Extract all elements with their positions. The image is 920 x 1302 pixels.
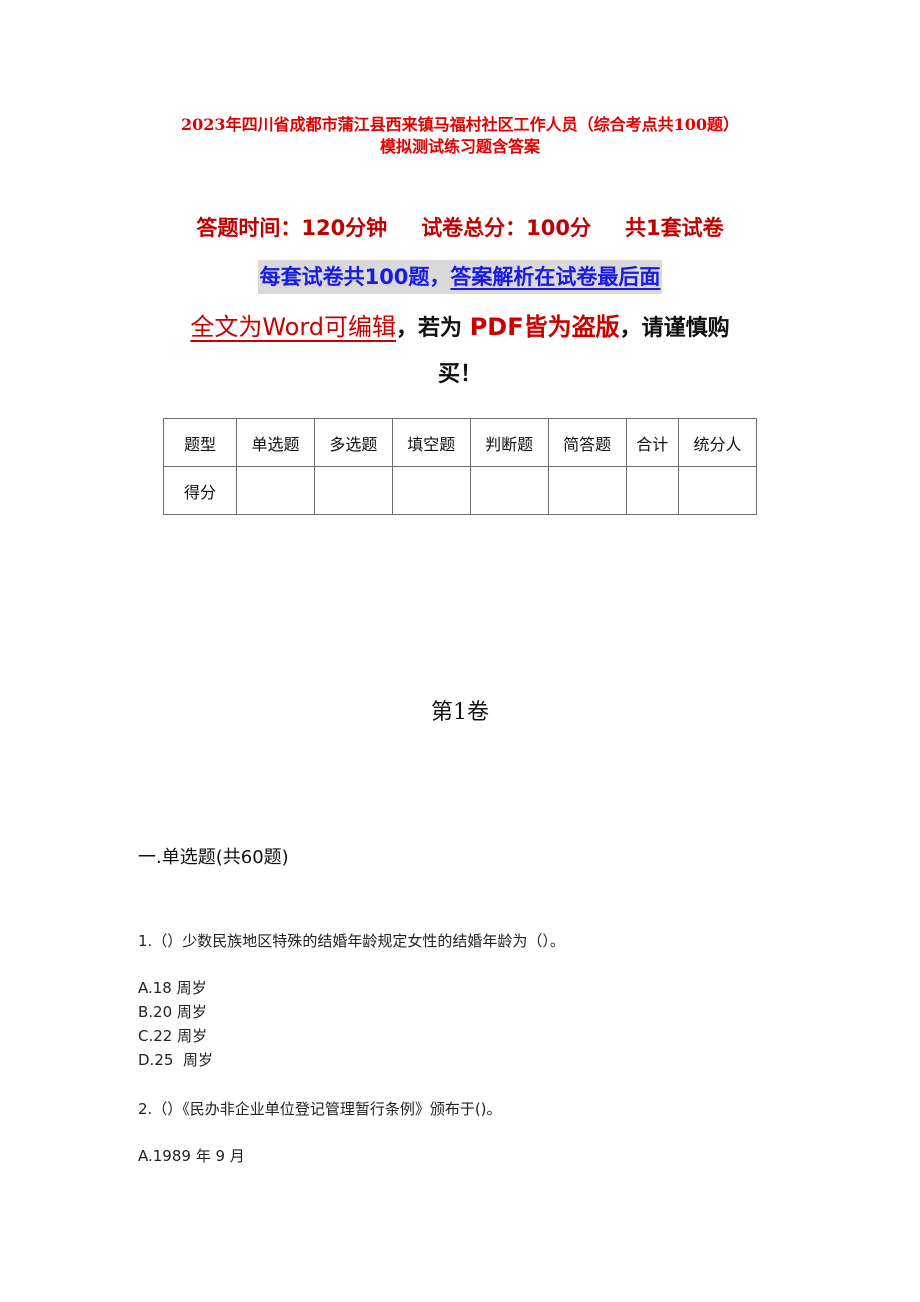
score-table-score-row: 得分 xyxy=(163,466,757,515)
question-1-option-c: C.22 周岁 xyxy=(138,1027,208,1045)
volume-title: 第1卷 xyxy=(431,700,489,725)
header-cell: 填空题 xyxy=(391,418,471,467)
header-cell: 单选题 xyxy=(236,418,315,467)
document-title-line1: 2023年四川省成都市蒲江县西来镇马福村社区工作人员（综合考点共100题） xyxy=(181,115,739,134)
section-title: 一.单选题(共60题) xyxy=(138,847,289,868)
question-1-option-b: B.20 周岁 xyxy=(138,1003,207,1021)
exam-total-score: 试卷总分：100分 xyxy=(421,216,592,240)
question-2-text: 2.（）《民办非企业单位登记管理暂行条例》颁布于()。 xyxy=(138,1100,502,1118)
question-1-text: 1.（）少数民族地区特殊的结婚年龄规定女性的结婚年龄为（）。 xyxy=(138,932,565,950)
banner-highlight: 每套试卷共100题，答案解析在试卷最后面 xyxy=(257,260,663,294)
banner-question-count: 每套试卷共100题， xyxy=(259,265,451,289)
score-cell xyxy=(236,466,315,515)
if-pdf-text: 若为 xyxy=(418,316,463,341)
pdf-piracy-text: PDF皆为盗版 xyxy=(469,313,620,341)
score-cell xyxy=(469,466,549,515)
header-cell: 多选题 xyxy=(313,418,393,467)
score-table: 题型 单选题 多选题 填空题 判断题 简答题 合计 统分人 得分 xyxy=(163,418,757,515)
document-page: 2023年四川省成都市蒲江县西来镇马福村社区工作人员（综合考点共100题） 模拟… xyxy=(0,0,920,1302)
score-cell xyxy=(391,466,471,515)
score-cell xyxy=(313,466,393,515)
comma: ， xyxy=(619,316,642,341)
header-cell: 判断题 xyxy=(469,418,549,467)
row-label-cell: 得分 xyxy=(163,466,237,515)
word-editable-text: 全文为Word可编辑 xyxy=(190,313,397,341)
careful-text: 请谨慎购 xyxy=(641,316,730,341)
question-1-option-a: A.18 周岁 xyxy=(138,979,207,997)
exam-set-count: 共1套试卷 xyxy=(625,216,724,240)
question-1-option-d: D.25 周岁 xyxy=(138,1051,213,1069)
banner-answer-location: 答案解析在试卷最后面 xyxy=(450,265,661,289)
header-cell: 简答题 xyxy=(547,418,627,467)
exam-time: 答题时间：120分钟 xyxy=(196,216,388,240)
header-cell: 题型 xyxy=(163,418,237,467)
document-title-line2: 模拟测试练习题含答案 xyxy=(379,137,540,156)
header-cell: 统分人 xyxy=(678,418,757,467)
question-2-option-a: A.1989 年 9 月 xyxy=(138,1147,245,1165)
answer-notice-banner: 每套试卷共100题，答案解析在试卷最后面 xyxy=(0,260,920,294)
buy-text: 买！ xyxy=(437,362,482,387)
comma: ， xyxy=(396,316,419,341)
exam-info: 答题时间：120分钟 试卷总分：100分 共1套试卷 xyxy=(0,212,920,244)
score-cell xyxy=(678,466,757,515)
score-cell xyxy=(547,466,627,515)
score-cell xyxy=(625,466,680,515)
score-table-header-row: 题型 单选题 多选题 填空题 判断题 简答题 合计 统分人 xyxy=(163,418,757,467)
header-cell: 合计 xyxy=(625,418,680,467)
editable-notice: 全文为Word可编辑，若为 PDF皆为盗版，请谨慎购 xyxy=(0,308,920,348)
